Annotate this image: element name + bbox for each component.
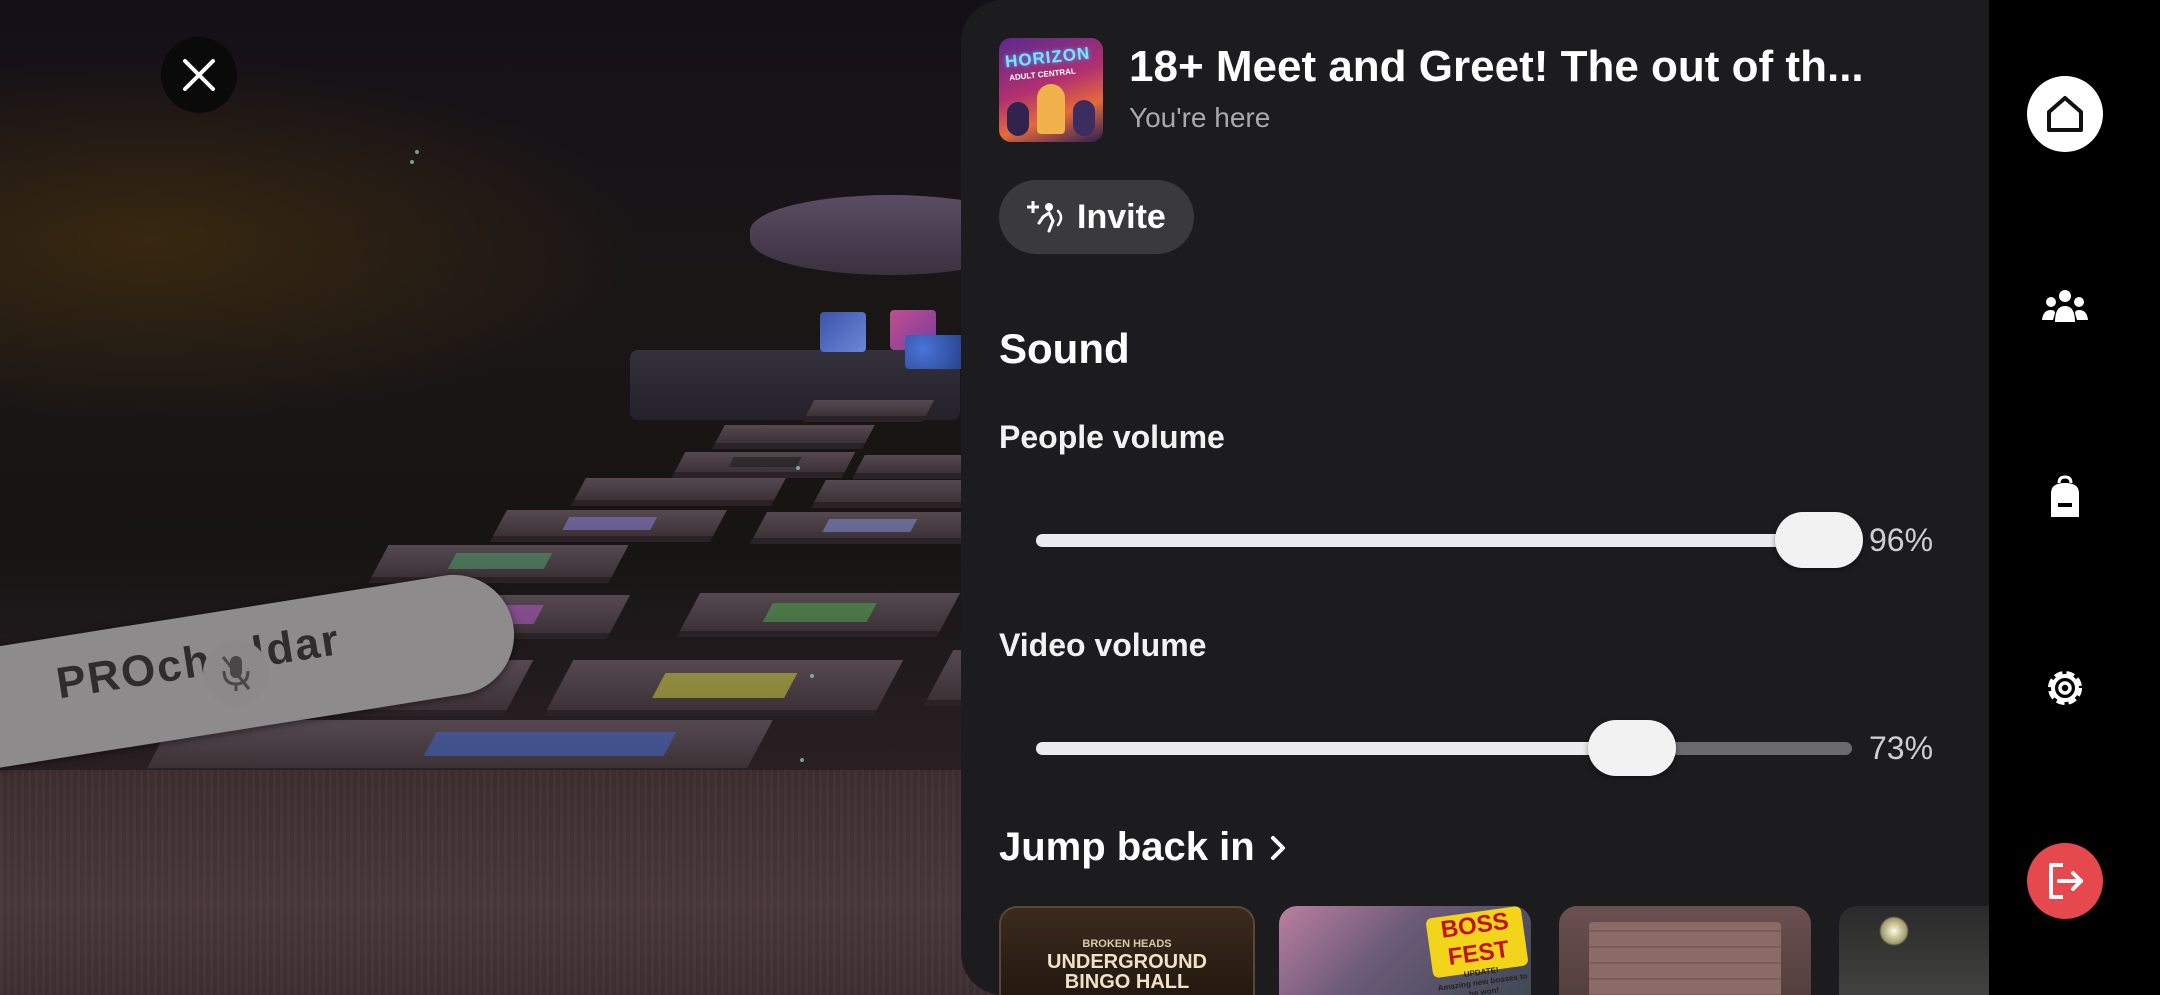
- world-card-boss-fest[interactable]: BOSS FEST UPDATE! Amazing new bosses to …: [1279, 906, 1531, 995]
- close-button[interactable]: [161, 37, 237, 113]
- inventory-button[interactable]: [2027, 460, 2103, 536]
- slider-fill: [1036, 742, 1632, 755]
- people-button[interactable]: [2027, 268, 2103, 344]
- video-volume-label: Video volume: [999, 627, 1207, 663]
- backpack-icon: [2051, 475, 2079, 517]
- video-volume-value: 73%: [1869, 730, 1934, 766]
- exit-button[interactable]: [2027, 843, 2103, 919]
- card-line: BINGO HALL: [1064, 971, 1190, 993]
- world-panel: HORIZON ADULT CENTRAL 18+ Meet and Greet…: [961, 0, 1989, 995]
- home-button[interactable]: [2027, 76, 2103, 152]
- thumbnail-logo: HORIZON: [1004, 43, 1092, 72]
- jump-back-in-label: Jump back in: [999, 825, 1255, 869]
- people-icon: [2042, 290, 2088, 322]
- slider-thumb[interactable]: [1587, 720, 1676, 776]
- people-volume-slider[interactable]: [1036, 512, 1864, 568]
- invite-icon: [1027, 201, 1063, 233]
- card-line: UNDERGROUND: [1047, 951, 1207, 973]
- world-title: 18+ Meet and Greet! The out of th...: [1129, 42, 1864, 91]
- invite-label: Invite: [1077, 197, 1166, 236]
- home-icon: [2047, 96, 2083, 132]
- slider-fill: [1036, 534, 1820, 547]
- settings-icon: [2048, 671, 2082, 705]
- video-volume-slider[interactable]: [1036, 720, 1852, 776]
- jump-back-in-link[interactable]: Jump back in: [999, 825, 1287, 870]
- boss-fest-sticker: BOSS FEST UPDATE! Amazing new bosses to …: [1425, 906, 1529, 995]
- settings-button[interactable]: [2027, 650, 2103, 726]
- chevron-right-icon: [1270, 835, 1285, 860]
- sound-heading: Sound: [999, 325, 1130, 372]
- crate-balls: [905, 335, 965, 369]
- card-line: BROKEN HEADS: [1082, 938, 1172, 950]
- card-title: UNDERGROUND BINGO HALL: [1001, 952, 1253, 992]
- world-card-prison[interactable]: [1839, 906, 1989, 995]
- world-card-brick-room[interactable]: [1559, 906, 1811, 995]
- right-rail: [1989, 0, 2160, 995]
- invite-button[interactable]: Invite: [999, 180, 1194, 254]
- floor: [0, 770, 1000, 995]
- crate-blue: [820, 312, 866, 352]
- world-thumbnail[interactable]: HORIZON ADULT CENTRAL: [999, 38, 1103, 142]
- people-volume-label: People volume: [999, 419, 1225, 455]
- people-volume-value: 96%: [1869, 522, 1934, 558]
- world-card-bingo[interactable]: BROKEN HEADS UNDERGROUND BINGO HALL: [999, 906, 1255, 995]
- sticker-title: BOSS FEST: [1439, 907, 1511, 972]
- slider-thumb[interactable]: [1775, 512, 1864, 568]
- close-icon: [183, 59, 215, 91]
- world-view: PROcheddar: [0, 0, 1000, 995]
- exit-icon: [2049, 863, 2083, 899]
- world-subtitle: You're here: [1129, 102, 1271, 133]
- muted-mic-icon: [203, 640, 269, 706]
- player-name: PROcheddar: [53, 615, 344, 709]
